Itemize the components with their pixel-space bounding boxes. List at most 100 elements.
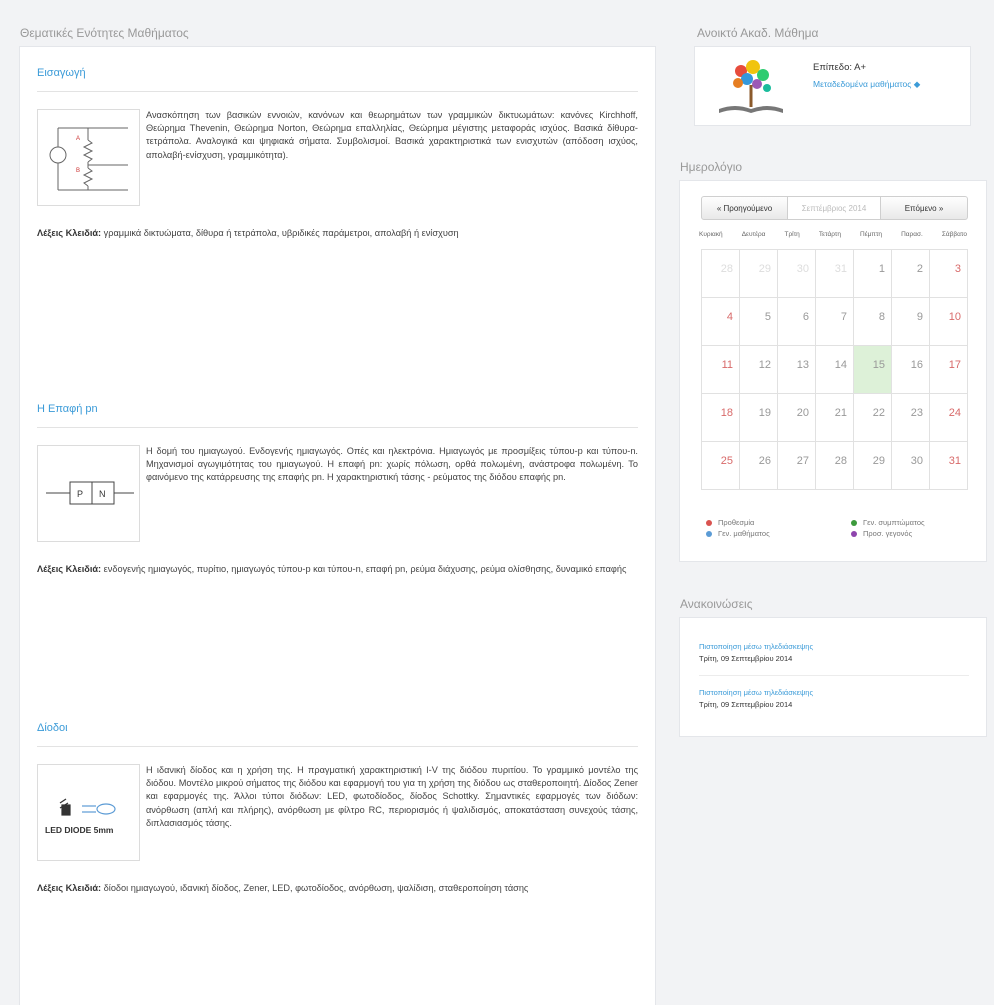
calendar-day[interactable]: 14 [816, 346, 854, 394]
weekday-label: Πέμπτη [860, 231, 883, 238]
keywords-text: δίοδοι ημιαγωγού, ιδανική δίοδος, Zener,… [103, 883, 529, 893]
open-course-panel: Επίπεδο: Α+ Μεταδεδομένα μαθήματος ◆ [694, 46, 971, 126]
unit-introduction: Εισαγωγή A B Ανασκόπηση των βασικών εννο… [37, 67, 638, 240]
unit-body: P N Η δομή του ημιαγωγού. Ενδογενής ημια… [37, 445, 638, 576]
calendar-day[interactable]: 9 [892, 298, 930, 346]
announcement-link[interactable]: Πιστοποίηση μέσω τηλεδιάσκεψης [699, 688, 969, 697]
weekday-label: Τετάρτη [818, 231, 841, 238]
unit-title-link[interactable]: Δίοδοι [37, 722, 638, 747]
legend-label: Γεν. συμπτώματος [863, 518, 925, 527]
keywords-text: ενδογενής ημιαγωγός, πυρίτιο, ημιαγωγός … [103, 564, 627, 574]
calendar-next-button[interactable]: Επόμενο » [881, 197, 967, 219]
calendar-day[interactable]: 3 [930, 250, 968, 298]
legend-item: Γεν. συμπτώματος [851, 518, 925, 527]
calendar-day[interactable]: 29 [740, 250, 778, 298]
calendar-day[interactable]: 1 [854, 250, 892, 298]
unit-title-link[interactable]: Εισαγωγή [37, 67, 638, 92]
unit-title-link[interactable]: Η Επαφή pn [37, 403, 638, 428]
course-units-panel: Εισαγωγή A B Ανασκόπηση των βασικών εννο… [19, 46, 656, 1005]
calendar-day[interactable]: 6 [778, 298, 816, 346]
calendar-day[interactable]: 20 [778, 394, 816, 442]
weekday-label: Κυριακή [699, 231, 723, 238]
calendar-grid: 28 29 30 31 1 2 3 4 5 6 7 8 9 10 11 12 13 14 15 16 17 18 19 20 2… [701, 249, 968, 490]
calendar-day[interactable]: 29 [854, 442, 892, 490]
pn-label-p: P [77, 489, 83, 499]
calendar-day[interactable]: 2 [892, 250, 930, 298]
calendar-day[interactable]: 23 [892, 394, 930, 442]
calendar-prev-button[interactable]: « Προηγούμενο [702, 197, 788, 219]
legend-item: Προσ. γεγονός [851, 529, 912, 538]
unit-keywords: Λέξεις Κλειδιά: γραμμικά δικτυώματα, δίθ… [37, 206, 638, 240]
calendar-day[interactable]: 10 [930, 298, 968, 346]
calendar-day[interactable]: 27 [778, 442, 816, 490]
calendar-day[interactable]: 31 [816, 250, 854, 298]
calendar-day[interactable]: 19 [740, 394, 778, 442]
unit-pn-junction: Η Επαφή pn P N Η δομή του ημιαγωγού. Ενδ… [37, 403, 638, 576]
announcement-date: Τρίτη, 09 Σεπτεμβρίου 2014 [699, 700, 793, 709]
circuit-diagram-icon[interactable]: A B [37, 109, 140, 206]
tag-icon: ◆ [913, 79, 921, 89]
calendar-day[interactable]: 12 [740, 346, 778, 394]
announcement-item: Πιστοποίηση μέσω τηλεδιάσκεψης Τρίτη, 09… [699, 688, 969, 709]
legend-item: Προθεσμία [706, 518, 754, 527]
pn-junction-icon[interactable]: P N [37, 445, 140, 542]
calendar-heading: Ημερολόγιο [680, 160, 743, 174]
calendar-nav: « Προηγούμενο Σεπτέμβριος 2014 Επόμενο » [701, 196, 968, 220]
open-courses-tree-logo [711, 55, 791, 119]
calendar-day[interactable]: 31 [930, 442, 968, 490]
announcement-item: Πιστοποίηση μέσω τηλεδιάσκεψης Τρίτη, 09… [699, 642, 969, 676]
calendar-day[interactable]: 30 [778, 250, 816, 298]
announcements-heading: Ανακοινώσεις [680, 597, 753, 611]
calendar-day[interactable]: 4 [702, 298, 740, 346]
legend-dot [851, 530, 857, 537]
calendar-weekdays: Κυριακή Δευτέρα Τρίτη Τετάρτη Πέμπτη Παρ… [699, 231, 967, 238]
calendar-day[interactable]: 30 [892, 442, 930, 490]
calendar-day[interactable]: 11 [702, 346, 740, 394]
keywords-text: γραμμικά δικτυώματα, δίθυρα ή τετράπολα,… [103, 228, 459, 238]
calendar-day[interactable]: 17 [930, 346, 968, 394]
unit-keywords: Λέξεις Κλειδιά: ενδογενής ημιαγωγός, πυρ… [37, 542, 638, 576]
calendar-day[interactable]: 13 [778, 346, 816, 394]
legend-label: Γεν. μαθήματος [718, 529, 770, 538]
calendar-day[interactable]: 18 [702, 394, 740, 442]
legend-dot [706, 519, 712, 526]
main-heading: Θεματικές Ενότητες Μαθήματος [20, 26, 189, 40]
calendar-month-label: Σεπτέμβριος 2014 [788, 197, 881, 219]
unit-body: LED DIODE 5mm Η ιδανική δίοδος και η χρή… [37, 764, 638, 895]
calendar-day[interactable]: 16 [892, 346, 930, 394]
weekday-label: Σάββατο [941, 231, 967, 238]
metadata-link-label: Μεταδεδομένα μαθήματος [813, 79, 912, 89]
calendar-day[interactable]: 26 [740, 442, 778, 490]
unit-diodes: Δίοδοι LED DIODE 5mm Η ιδανική δίοδος κα… [37, 722, 638, 895]
calendar-day[interactable]: 8 [854, 298, 892, 346]
led-diode-icon[interactable]: LED DIODE 5mm [37, 764, 140, 861]
calendar-day[interactable]: 25 [702, 442, 740, 490]
calendar-day[interactable]: 7 [816, 298, 854, 346]
weekday-label: Τρίτη [784, 231, 800, 238]
announcement-link[interactable]: Πιστοποίηση μέσω τηλεδιάσκεψης [699, 642, 969, 651]
keywords-label: Λέξεις Κλειδιά: [37, 564, 102, 574]
metadata-link[interactable]: Μεταδεδομένα μαθήματος ◆ [813, 79, 920, 90]
legend-dot [851, 519, 857, 526]
calendar-day[interactable]: 24 [930, 394, 968, 442]
keywords-label: Λέξεις Κλειδιά: [37, 883, 102, 893]
pn-label-n: N [99, 489, 106, 499]
calendar-day[interactable]: 28 [702, 250, 740, 298]
calendar-day[interactable]: 15 [854, 346, 892, 394]
calendar-day[interactable]: 28 [816, 442, 854, 490]
calendar-day[interactable]: 5 [740, 298, 778, 346]
led-caption: LED DIODE 5mm [45, 825, 114, 835]
unit-keywords: Λέξεις Κλειδιά: δίοδοι ημιαγωγού, ιδανικ… [37, 861, 638, 895]
course-level: Επίπεδο: Α+ [813, 62, 867, 73]
calendar-day[interactable]: 21 [816, 394, 854, 442]
calendar-panel: « Προηγούμενο Σεπτέμβριος 2014 Επόμενο »… [679, 180, 987, 562]
unit-body: A B Ανασκόπηση των βασικών εννοιών, κανό… [37, 109, 638, 240]
legend-dot [706, 530, 712, 537]
keywords-label: Λέξεις Κλειδιά: [37, 228, 102, 238]
svg-text:B: B [76, 168, 80, 174]
svg-text:A: A [76, 136, 80, 142]
calendar-day[interactable]: 22 [854, 394, 892, 442]
announcement-date: Τρίτη, 09 Σεπτεμβρίου 2014 [699, 654, 793, 663]
weekday-label: Δευτέρα [741, 231, 766, 238]
legend-label: Προσ. γεγονός [863, 529, 913, 538]
